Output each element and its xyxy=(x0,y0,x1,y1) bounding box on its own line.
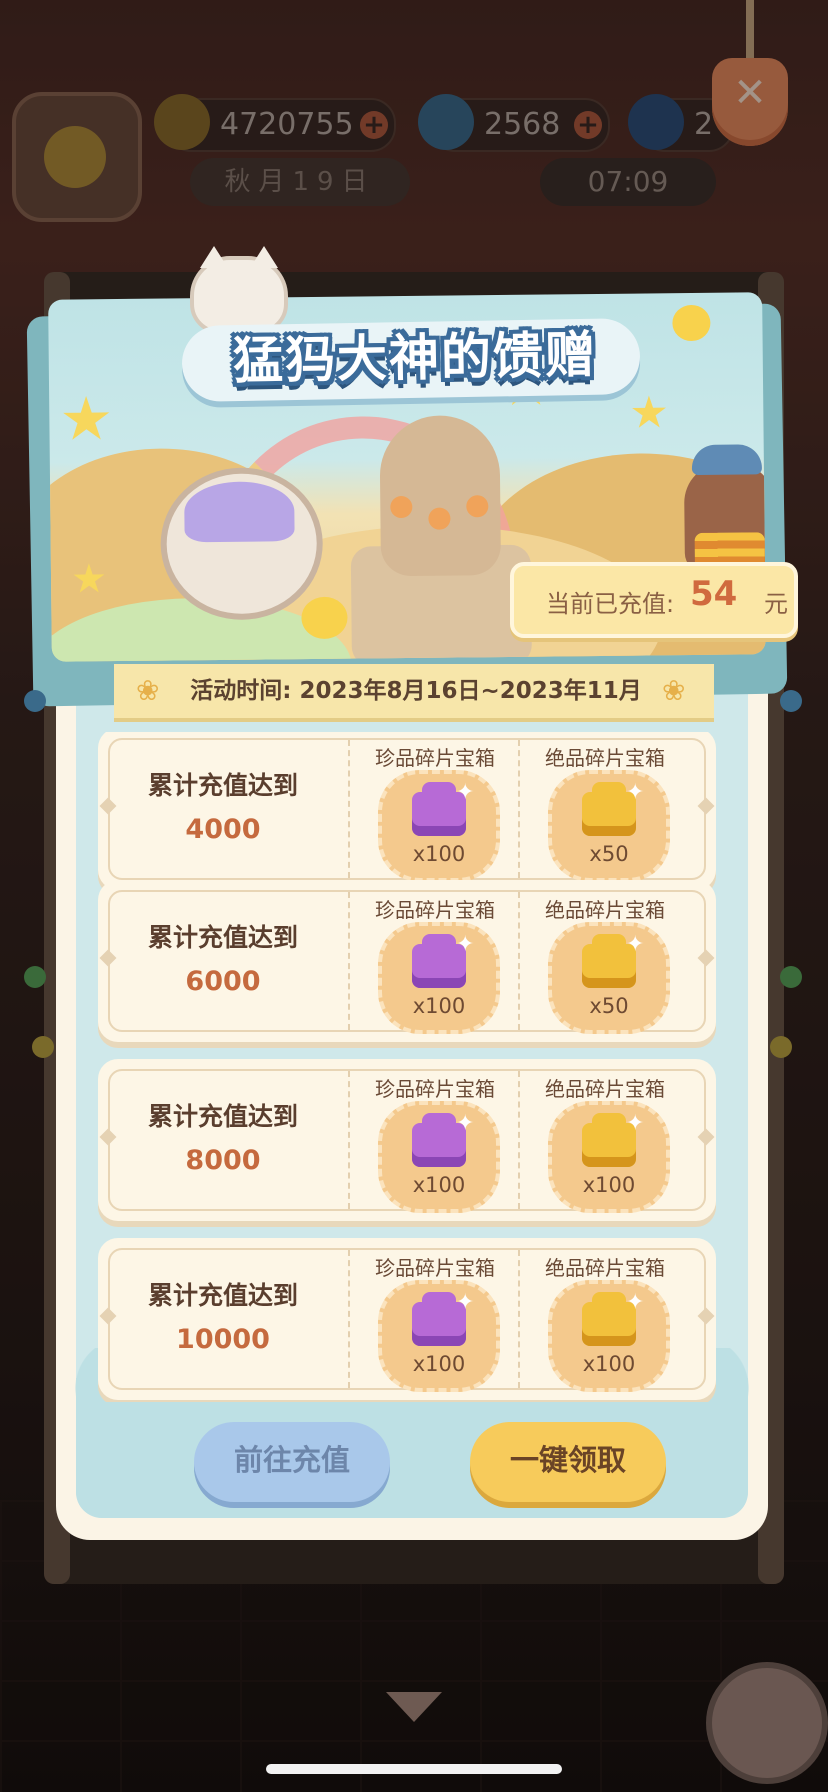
reward-badge: ✦ x50 xyxy=(548,770,670,882)
flower-icon xyxy=(428,507,451,530)
event-title: 猛犸大神的馈赠 xyxy=(232,325,598,391)
paw-icon: ❀ xyxy=(136,674,160,707)
sparkle-icon: ✦ xyxy=(626,1111,645,1136)
flower-icon xyxy=(390,495,413,519)
requirement-value: 6000 xyxy=(185,966,261,997)
reward-count: x50 xyxy=(589,994,629,1018)
reward-count: x100 xyxy=(582,1352,636,1376)
reward-badge: ✦ x100 xyxy=(378,1101,500,1213)
reward-badge: ✦ x100 xyxy=(378,922,500,1034)
mammoth-statue xyxy=(379,415,502,577)
reward-item[interactable]: 绝品碎片宝箱 ✦ x100 xyxy=(520,1059,690,1221)
requirement-label: 累计充值达到 xyxy=(147,923,298,952)
reward-item[interactable]: 珍品碎片宝箱 ✦ x100 xyxy=(350,880,520,1042)
requirement-label: 累计充值达到 xyxy=(147,771,298,800)
reward-badge: ✦ x100 xyxy=(548,1101,670,1213)
sparkle-icon: ✦ xyxy=(456,1290,475,1315)
yarn-ball-icon[interactable] xyxy=(706,1662,828,1784)
reward-item[interactable]: 珍品碎片宝箱 ✦ x100 xyxy=(350,1059,520,1221)
sparkle-icon: ✦ xyxy=(626,932,645,957)
claim-all-button[interactable]: 一键领取 xyxy=(470,1422,666,1502)
reward-item[interactable]: 珍品碎片宝箱 ✦ x100 xyxy=(350,1238,520,1400)
reward-name: 绝品碎片宝箱 xyxy=(545,1077,665,1101)
reward-row: 累计充值达到 8000 珍品碎片宝箱 ✦ x100 绝品碎片宝箱 ✦ x100 xyxy=(98,1059,716,1221)
reward-name: 绝品碎片宝箱 xyxy=(545,898,665,922)
recharge-label: 当前已充值: xyxy=(546,590,675,618)
reward-name: 珍品碎片宝箱 xyxy=(375,1077,495,1101)
reward-name: 珍品碎片宝箱 xyxy=(375,1256,495,1280)
light-bulb xyxy=(780,966,802,988)
requirement-value: 10000 xyxy=(176,1324,270,1355)
sparkle-icon: ✦ xyxy=(626,780,645,805)
requirement-label: 累计充值达到 xyxy=(147,1281,298,1310)
light-bulb xyxy=(24,690,46,712)
requirement-value: 8000 xyxy=(185,1145,261,1176)
reward-item[interactable]: 绝品碎片宝箱 ✦ x50 xyxy=(520,880,690,1042)
sparkle-icon: ✦ xyxy=(456,780,475,805)
recharge-amount: 54 xyxy=(690,574,738,614)
reward-count: x100 xyxy=(412,1173,466,1197)
light-bulb xyxy=(32,1036,54,1058)
paw-icon: ❀ xyxy=(662,674,686,707)
reward-item[interactable]: 绝品碎片宝箱 ✦ x100 xyxy=(520,1238,690,1400)
sparkle-icon: ✦ xyxy=(456,932,475,957)
requirement-label: 累计充值达到 xyxy=(147,1102,298,1131)
requirement-value: 4000 xyxy=(185,814,261,845)
sparkle-icon: ✦ xyxy=(626,1290,645,1315)
reward-count: x100 xyxy=(582,1173,636,1197)
reward-name: 珍品碎片宝箱 xyxy=(375,898,495,922)
event-time-strip: ❀ 活动时间: 2023年8月16日~2023年11月30日 ❀ xyxy=(114,664,714,758)
go-recharge-button[interactable]: 前往充值 xyxy=(194,1422,390,1502)
reward-row: 累计充值达到 10000 珍品碎片宝箱 ✦ x100 绝品碎片宝箱 ✦ x100 xyxy=(98,1238,716,1400)
reward-row: 累计充值达到 4000 珍品碎片宝箱 ✦ x100 绝品碎片宝箱 ✦ x50 xyxy=(98,732,716,890)
reward-row: 累计充值达到 6000 珍品碎片宝箱 ✦ x100 绝品碎片宝箱 ✦ x50 xyxy=(98,880,716,1042)
star-icon: ★ xyxy=(59,384,114,455)
reward-count: x100 xyxy=(412,994,466,1018)
flower-icon xyxy=(466,495,489,518)
reward-name: 珍品碎片宝箱 xyxy=(375,746,495,770)
reward-list[interactable]: 累计充值达到 4000 珍品碎片宝箱 ✦ x100 绝品碎片宝箱 ✦ x50 累… xyxy=(76,732,748,1402)
hedgehog-hair xyxy=(184,481,295,543)
light-bulb xyxy=(780,690,802,712)
reward-count: x50 xyxy=(589,842,629,866)
light-bulb xyxy=(770,1036,792,1058)
chevron-down-icon[interactable] xyxy=(386,1692,442,1722)
home-indicator[interactable] xyxy=(266,1764,562,1774)
recharge-unit: 元 xyxy=(764,590,788,618)
reward-name: 绝品碎片宝箱 xyxy=(545,746,665,770)
sparkle-icon: ✦ xyxy=(456,1111,475,1136)
recharge-status: 当前已充值: 54 元 xyxy=(510,562,798,638)
star-icon: ★ xyxy=(70,556,108,603)
elephant-hat xyxy=(691,444,762,476)
reward-name: 绝品碎片宝箱 xyxy=(545,1256,665,1280)
elephant-character xyxy=(683,444,766,574)
reward-badge: ✦ x50 xyxy=(548,922,670,1034)
reward-item[interactable]: 绝品碎片宝箱 ✦ x50 xyxy=(520,732,690,890)
reward-item[interactable]: 珍品碎片宝箱 ✦ x100 xyxy=(350,732,520,890)
light-bulb xyxy=(24,966,46,988)
reward-badge: ✦ x100 xyxy=(548,1280,670,1392)
chick-icon xyxy=(672,304,711,342)
reward-count: x100 xyxy=(412,1352,466,1376)
reward-badge: ✦ x100 xyxy=(378,1280,500,1392)
reward-count: x100 xyxy=(412,842,466,866)
reward-badge: ✦ x100 xyxy=(378,770,500,882)
